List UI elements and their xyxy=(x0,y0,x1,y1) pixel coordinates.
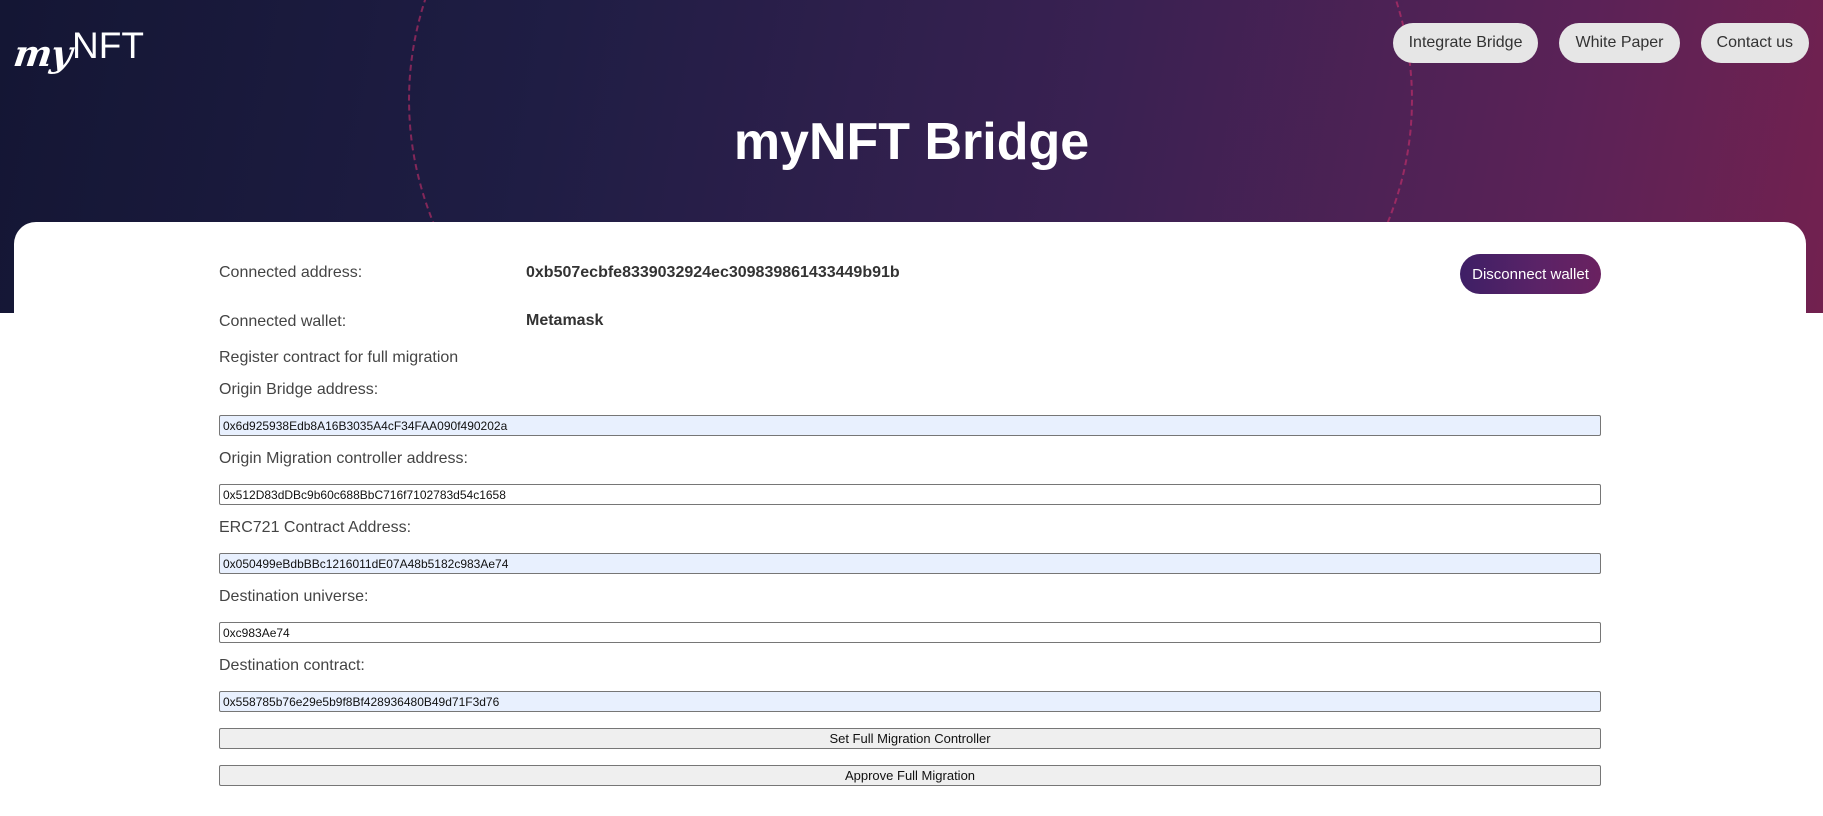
connected-wallet-value: Metamask xyxy=(526,312,604,329)
white-paper-button[interactable]: White Paper xyxy=(1559,23,1680,63)
logo-script-text: my xyxy=(11,33,74,75)
connected-address-value: 0xb507ecbfe8339032924ec309839861433449b9… xyxy=(526,264,900,281)
disconnect-wallet-button[interactable]: Disconnect wallet xyxy=(1460,254,1601,294)
top-nav: Integrate Bridge White Paper Contact us xyxy=(1392,23,1809,63)
approve-full-migration-button[interactable]: Approve Full Migration xyxy=(219,765,1601,786)
erc721-contract-label: ERC721 Contract Address: xyxy=(219,519,412,536)
destination-universe-input[interactable] xyxy=(219,622,1601,643)
origin-bridge-input[interactable] xyxy=(219,415,1601,436)
origin-migration-controller-input[interactable] xyxy=(219,484,1601,505)
origin-migration-controller-label: Origin Migration controller address: xyxy=(219,450,468,467)
erc721-contract-input[interactable] xyxy=(219,553,1601,574)
connected-address-label: Connected address: xyxy=(219,264,363,281)
connected-wallet-label: Connected wallet: xyxy=(219,313,347,330)
section-title: Register contract for full migration xyxy=(219,349,459,366)
destination-contract-label: Destination contract: xyxy=(219,657,365,674)
page-title: myNFT Bridge xyxy=(733,113,1090,171)
destination-universe-label: Destination universe: xyxy=(219,588,369,605)
integrate-bridge-button[interactable]: Integrate Bridge xyxy=(1392,23,1539,63)
origin-bridge-label: Origin Bridge address: xyxy=(219,381,379,398)
contact-us-button[interactable]: Contact us xyxy=(1700,23,1809,63)
set-full-migration-controller-button[interactable]: Set Full Migration Controller xyxy=(219,728,1601,749)
destination-contract-input[interactable] xyxy=(219,691,1601,712)
logo[interactable]: my NFT xyxy=(11,16,144,75)
logo-nft-text: NFT xyxy=(72,25,144,66)
